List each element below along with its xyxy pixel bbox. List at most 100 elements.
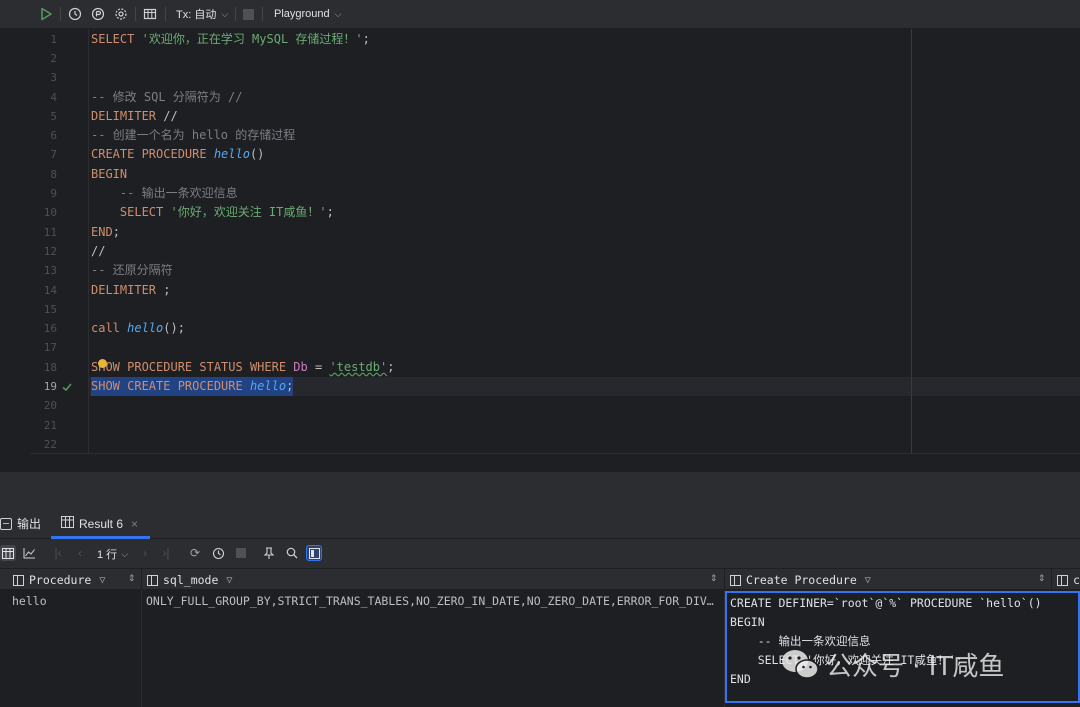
results-tab-bar: 输出 Result 6 × — [0, 508, 1080, 539]
lightbulb-icon[interactable] — [98, 359, 107, 368]
editor-side-strip — [0, 29, 30, 471]
cell-sql-mode[interactable]: ONLY_FULL_GROUP_BY,STRICT_TRANS_TABLES,N… — [146, 594, 714, 608]
line-number-active: 19 — [43, 380, 57, 393]
value-editor-icon[interactable] — [306, 545, 322, 561]
line-number: 3 — [50, 71, 57, 84]
gear-icon[interactable] — [114, 5, 128, 23]
table-view-icon[interactable] — [0, 545, 16, 561]
tab-output-label: 输出 — [17, 517, 42, 531]
right-margin-guide — [911, 29, 912, 471]
column-header-sql-mode[interactable]: sql_mode ▽ — [147, 572, 232, 588]
filter-icon[interactable]: ▽ — [99, 575, 105, 586]
chevron-down-icon: ⌵ — [334, 8, 342, 19]
code-area[interactable]: SELECT '欢迎你，正在学习 MySQL 存储过程！'; -- 修改 SQL… — [88, 29, 1080, 471]
line-number: 10 — [43, 206, 57, 219]
line-number: 6 — [50, 129, 57, 142]
session-dropdown[interactable]: Playground ⌵ — [274, 5, 341, 23]
table-icon — [61, 516, 74, 531]
chevron-down-icon: ⌵ — [221, 8, 229, 19]
code-line-14: DELIMITER ; — [91, 283, 171, 297]
line-number: 17 — [43, 341, 57, 354]
code-line-7: CREATE PROCEDURE hello() — [91, 147, 265, 161]
line-number: 7 — [50, 148, 57, 161]
next-page-icon[interactable]: › — [137, 545, 153, 561]
row-count-dropdown[interactable]: 1 行 ⌵ — [97, 546, 128, 562]
line-number: 2 — [50, 52, 57, 65]
stop-icon[interactable] — [243, 5, 254, 23]
sql-editor[interactable]: 1 2 3 4 5 6 7 8 9 10 11 12 13 14 15 16 1… — [0, 29, 1080, 471]
column-icon — [13, 574, 24, 586]
filter-icon[interactable]: ▽ — [865, 575, 871, 586]
line-number: 5 — [50, 110, 57, 123]
sort-icon[interactable]: ⇕ — [128, 573, 136, 584]
column-divider[interactable] — [724, 569, 725, 591]
column-header-label: sql_mode — [163, 573, 219, 587]
session-label: Playground — [274, 8, 330, 20]
first-page-icon[interactable]: |‹ — [50, 545, 66, 561]
create-procedure-line: BEGIN — [730, 615, 765, 629]
filter-icon[interactable]: ▽ — [226, 575, 232, 586]
sort-icon[interactable]: ⇕ — [1038, 573, 1046, 584]
column-header-create-procedure[interactable]: Create Procedure ▽ — [730, 572, 871, 588]
column-header-label: Procedure — [29, 573, 92, 587]
table-icon[interactable] — [143, 5, 157, 23]
column-icon — [1057, 574, 1068, 586]
line-number: 13 — [43, 264, 57, 277]
create-procedure-line: END — [730, 672, 751, 686]
column-header-label: Create Procedure — [746, 573, 857, 587]
code-line-19: SHOW CREATE PROCEDURE hello; — [91, 377, 294, 396]
line-number: 14 — [43, 284, 57, 297]
last-page-icon[interactable]: ›| — [158, 545, 174, 561]
code-line-9: -- 输出一条欢迎信息 — [91, 186, 238, 200]
column-header-procedure[interactable]: Procedure ▽ — [13, 572, 105, 588]
stop-icon[interactable] — [233, 545, 249, 561]
column-header-truncated[interactable]: c — [1057, 572, 1080, 588]
chart-view-icon[interactable] — [21, 545, 37, 561]
code-line-10: SELECT '你好，欢迎关注 IT咸鱼！'; — [91, 205, 334, 219]
explain-plan-icon[interactable] — [91, 5, 105, 23]
line-number: 20 — [43, 399, 57, 412]
tab-result-6[interactable]: Result 6 × — [61, 515, 138, 532]
close-icon[interactable]: × — [131, 517, 138, 531]
tab-result-label: Result 6 — [79, 516, 124, 531]
sort-icon[interactable]: ⇕ — [710, 573, 718, 584]
transaction-mode-dropdown[interactable]: Tx: 自动 ⌵ — [176, 5, 228, 23]
pin-icon[interactable] — [261, 545, 277, 561]
editor-horizontal-scrollbar[interactable] — [30, 453, 1080, 471]
code-line-5: DELIMITER // — [91, 109, 178, 123]
code-line-16: call hello(); — [91, 321, 185, 335]
panel-splitter[interactable] — [0, 471, 1080, 508]
history-icon[interactable] — [68, 5, 82, 23]
history-icon[interactable] — [210, 545, 226, 561]
previous-page-icon[interactable]: ‹ — [72, 545, 88, 561]
code-line-11: END; — [91, 225, 120, 239]
line-number: 11 — [43, 226, 57, 239]
code-line-18: SHOW PROCEDURE STATUS WHERE Db = 'testdb… — [91, 360, 395, 374]
line-number: 16 — [43, 322, 57, 335]
column-icon — [730, 574, 741, 586]
column-divider[interactable] — [1051, 569, 1052, 591]
run-icon[interactable] — [39, 5, 53, 23]
line-number: 4 — [50, 91, 57, 104]
wechat-logo-icon — [780, 647, 820, 683]
cell-procedure[interactable]: hello — [12, 594, 47, 608]
code-line-13: -- 还原分隔符 — [91, 263, 173, 277]
code-line-4: -- 修改 SQL 分隔符为 // — [91, 90, 243, 104]
line-number: 21 — [43, 419, 57, 432]
output-icon — [0, 517, 12, 530]
chevron-down-icon: ⌵ — [121, 548, 129, 559]
check-icon — [61, 380, 73, 398]
line-number: 12 — [43, 245, 57, 258]
line-number: 18 — [43, 361, 57, 374]
cell-divider — [141, 590, 142, 707]
search-icon[interactable] — [284, 545, 300, 561]
column-divider[interactable] — [141, 569, 142, 591]
code-line-8: BEGIN — [91, 167, 128, 181]
line-number: 8 — [50, 168, 57, 181]
row-count-label: 1 行 — [97, 549, 118, 561]
create-procedure-line: CREATE DEFINER=`root`@`%` PROCEDURE `hel… — [730, 596, 1042, 610]
refresh-icon[interactable]: ⟳ — [187, 545, 203, 561]
line-number: 22 — [43, 438, 57, 451]
line-number: 15 — [43, 303, 57, 316]
tab-output[interactable]: 输出 — [0, 515, 41, 532]
